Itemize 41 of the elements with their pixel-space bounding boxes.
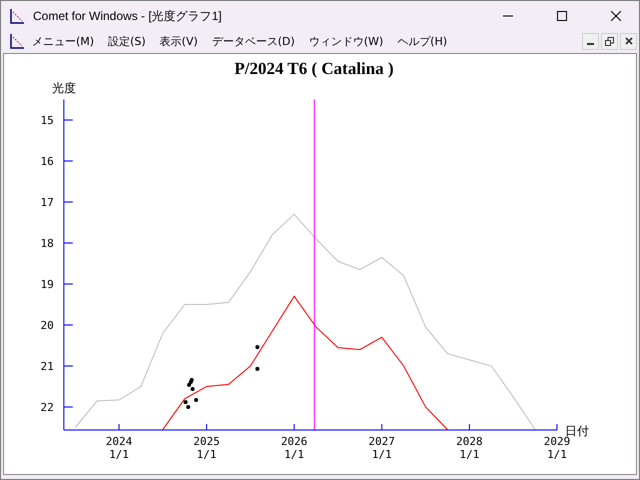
y-tick-label: 18 <box>40 237 54 250</box>
y-tick-label: 20 <box>40 319 54 332</box>
restore-icon <box>605 36 614 46</box>
maximize-icon <box>557 11 567 21</box>
observation-point <box>255 366 260 371</box>
y-axis-label: 光度 <box>52 81 76 95</box>
app-icon <box>9 8 25 24</box>
menu-item[interactable]: ウィンドウ(W) <box>302 31 390 51</box>
x-tick-date: 1/1 <box>284 448 304 461</box>
observation-point <box>194 398 198 402</box>
menu-item[interactable]: 設定(S) <box>101 31 153 51</box>
close-icon <box>624 37 632 45</box>
menu-item[interactable]: メニュー(M) <box>25 31 102 51</box>
menu-item[interactable]: ヘルプ(H) <box>390 31 454 51</box>
y-tick-label: 16 <box>40 155 54 168</box>
x-tick-date: 1/1 <box>459 448 480 461</box>
minimize-button[interactable] <box>582 32 599 50</box>
x-tick-label: 2025 <box>193 434 220 448</box>
menu-item[interactable]: データベース(D) <box>204 31 302 51</box>
x-tick-label: 2026 <box>280 434 308 448</box>
close-button[interactable] <box>620 32 637 50</box>
x-tick-label: 2028 <box>456 434 483 448</box>
x-tick-date: 1/1 <box>372 448 392 461</box>
y-tick-label: 21 <box>40 360 54 373</box>
x-tick-date: 1/1 <box>196 448 217 461</box>
observation-point <box>255 345 260 350</box>
x-tick-date: 1/1 <box>109 448 129 461</box>
x-tick-label: 2027 <box>368 434 396 448</box>
app-icon <box>9 33 25 49</box>
close-icon <box>611 11 621 21</box>
chart-title: P/2024 T6 ( Catalina ) <box>234 59 394 78</box>
y-tick-label: 15 <box>40 114 54 127</box>
x-tick-label: 2024 <box>106 434 132 448</box>
y-tick-label: 19 <box>40 278 54 291</box>
y-tick-label: 22 <box>40 401 54 414</box>
menu-item[interactable]: 表示(V) <box>152 31 205 51</box>
x-axis-label: 日付 <box>565 424 589 438</box>
x-tick-date: 1/1 <box>547 448 567 461</box>
window-title: Comet for Windows - [光度グラフ1] <box>33 8 223 24</box>
restore-button[interactable] <box>601 32 618 50</box>
y-tick-label: 17 <box>40 196 54 209</box>
